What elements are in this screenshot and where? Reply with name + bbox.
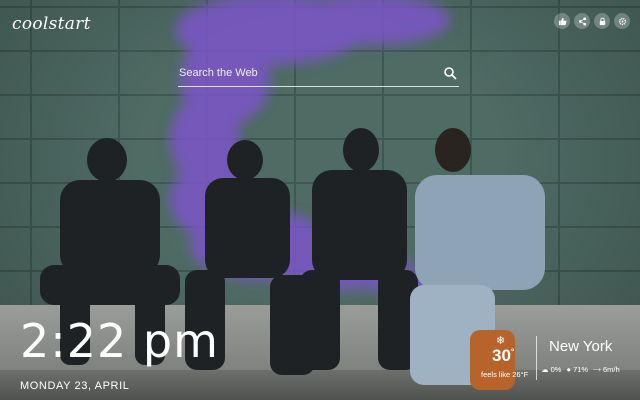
search-input[interactable] xyxy=(179,64,429,82)
droplet-icon: ● xyxy=(566,365,571,374)
cloud-icon: ☁ xyxy=(541,365,549,374)
clock-time: 2:22 pm xyxy=(20,314,219,368)
share-icon[interactable] xyxy=(574,13,590,29)
humidity-value: 71% xyxy=(573,365,589,374)
lock-icon[interactable] xyxy=(594,13,610,29)
cloud-value: 0% xyxy=(550,365,562,374)
temperature-unit: ° xyxy=(510,346,515,357)
clock-date: MONDAY 23, APRIL xyxy=(20,380,130,392)
wind-stat: ⤏ 6m/h xyxy=(593,365,620,375)
thumbs-up-icon[interactable] xyxy=(554,13,570,29)
settings-icon[interactable] xyxy=(614,13,630,29)
weather-divider xyxy=(536,336,537,380)
top-toolbar xyxy=(554,13,630,29)
feels-like: feels like 26°F xyxy=(481,370,529,379)
search-icon[interactable] xyxy=(443,66,457,80)
weather-stats: ☁ 0% ● 71% ⤏ 6m/h xyxy=(541,365,620,375)
wind-value: 6m/h xyxy=(602,365,620,374)
temperature-value: 30 xyxy=(492,346,511,365)
coolstart-logo[interactable]: coolstart xyxy=(12,14,91,34)
wind-icon: ⤏ xyxy=(593,365,601,374)
search-bar xyxy=(178,62,459,87)
cloud-stat: ☁ 0% xyxy=(541,365,561,375)
city-name[interactable]: New York xyxy=(549,338,612,355)
temperature: 30° xyxy=(492,346,515,366)
humidity-stat: ● 71% xyxy=(566,365,588,375)
